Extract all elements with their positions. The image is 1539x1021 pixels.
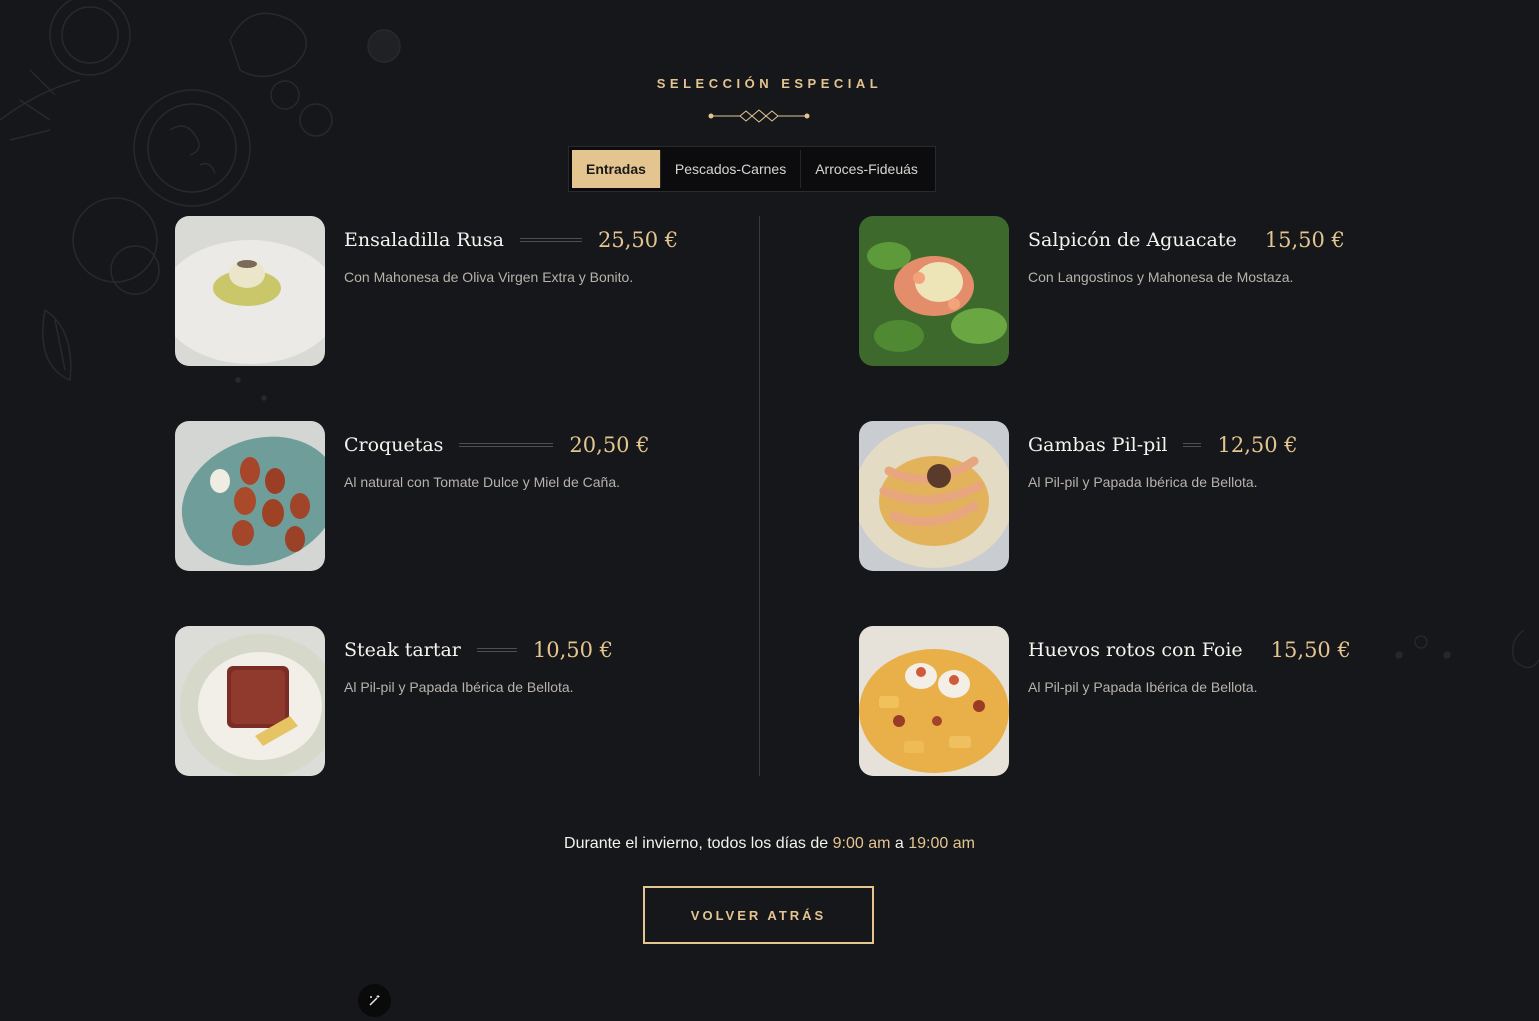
diamond-divider-icon <box>708 109 810 123</box>
dish-name: Croquetas <box>344 434 444 456</box>
tab-entradas[interactable]: Entradas <box>572 150 660 188</box>
price-leader-line <box>1183 443 1202 447</box>
dish-description: Al natural con Tomate Dulce y Miel de Ca… <box>344 474 620 490</box>
dish-description: Al Pil-pil y Papada Ibérica de Bellota. <box>1028 474 1258 490</box>
dish-price: 20,50 € <box>569 433 650 457</box>
dish-price: 15,50 € <box>1264 228 1345 252</box>
dish-description: Al Pil-pil y Papada Ibérica de Bellota. <box>1028 679 1258 695</box>
magic-wand-icon[interactable] <box>358 984 391 1017</box>
dish-description: Con Mahonesa de Oliva Virgen Extra y Bon… <box>344 269 634 285</box>
hours-connector: a <box>894 835 904 852</box>
column-divider <box>759 216 760 776</box>
menu-item: Ensaladilla Rusa 25,50 € Con Mahonesa de… <box>175 216 679 366</box>
dish-price: 15,50 € <box>1270 638 1351 662</box>
menu-item: Gambas Pil-pil 12,50 € Al Pil-pil y Papa… <box>859 421 1359 571</box>
dish-description: Al Pil-pil y Papada Ibérica de Bellota. <box>344 679 574 695</box>
bubbles-decoration <box>1395 629 1539 669</box>
hours-end: 19:00 am <box>908 835 975 852</box>
price-leader-line <box>476 648 517 652</box>
dish-photo <box>859 626 1009 776</box>
dish-photo <box>859 421 1009 571</box>
dish-name: Huevos rotos con Foie <box>1028 639 1243 661</box>
dish-description: Con Langostinos y Mahonesa de Mostaza. <box>1028 269 1294 285</box>
tab-pescados-carnes[interactable]: Pescados-Carnes <box>659 150 800 188</box>
dish-photo <box>175 626 325 776</box>
menu-item: Steak tartar 10,50 € Al Pil-pil y Papada… <box>175 626 675 776</box>
price-leader-line <box>459 443 554 447</box>
tab-arroces-fideuas[interactable]: Arroces-Fideuás <box>800 150 932 188</box>
dish-name: Ensaladilla Rusa <box>344 229 504 251</box>
price-leader-line <box>519 238 582 242</box>
dish-name: Salpicón de Aguacate <box>1028 229 1237 251</box>
menu-item: Croquetas 20,50 € Al natural con Tomate … <box>175 421 675 571</box>
dish-price: 10,50 € <box>532 638 614 662</box>
dish-photo <box>175 216 325 366</box>
dish-name: Gambas Pil-pil <box>1028 434 1168 456</box>
back-button[interactable]: VOLVER ATRÁS <box>643 886 874 944</box>
dish-price: 25,50 € <box>597 228 679 252</box>
dish-photo <box>175 421 325 571</box>
section-kicker: SELECCIÓN ESPECIAL <box>656 76 883 91</box>
hours-start: 9:00 am <box>832 835 891 852</box>
menu-tabs: Entradas Pescados-Carnes Arroces-Fideuás <box>568 146 936 192</box>
menu-item: Salpicón de Aguacate 15,50 € Con Langost… <box>859 216 1359 366</box>
dish-name: Steak tartar <box>344 639 461 661</box>
dish-price: 12,50 € <box>1217 433 1298 457</box>
hours-prefix: Durante el invierno, todos los días de <box>564 835 829 852</box>
dish-photo <box>859 216 1009 366</box>
opening-hours: Durante el invierno, todos los días de 9… <box>0 835 1539 853</box>
menu-item: Huevos rotos con Foie 15,50 € Al Pil-pil… <box>859 626 1359 776</box>
